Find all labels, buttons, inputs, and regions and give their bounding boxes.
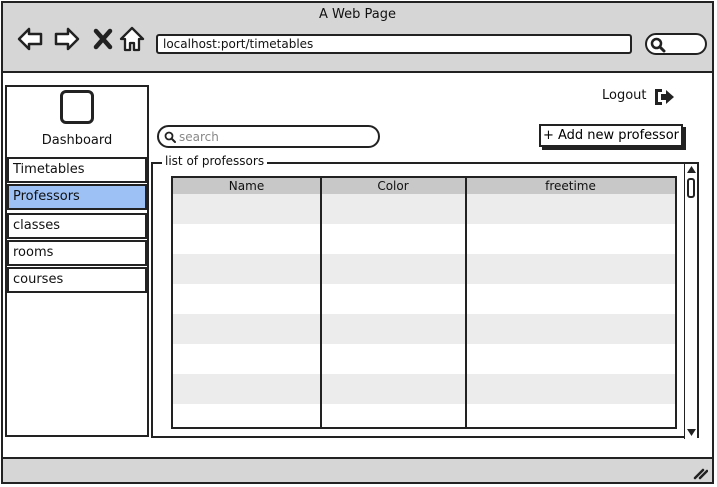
- sidebar-item-rooms[interactable]: rooms: [7, 240, 147, 266]
- column-header-name[interactable]: Name: [173, 178, 320, 194]
- table-header: Name Color freetime: [173, 178, 675, 194]
- column-divider: [465, 178, 467, 427]
- search-icon: [164, 131, 176, 143]
- address-bar[interactable]: localhost:port/timetables: [156, 34, 632, 54]
- forward-button[interactable]: [53, 25, 81, 53]
- professors-group-label: list of professors: [162, 154, 268, 168]
- logout-icon[interactable]: [653, 87, 675, 107]
- column-divider: [320, 178, 322, 427]
- column-header-color[interactable]: Color: [320, 178, 466, 194]
- table-row[interactable]: [173, 254, 675, 284]
- scroll-thumb[interactable]: [687, 178, 695, 198]
- professors-table: Name Color freetime: [171, 176, 677, 429]
- home-icon: [119, 26, 145, 52]
- home-button[interactable]: [118, 25, 146, 53]
- table-row[interactable]: [173, 374, 675, 404]
- sidebar-item-classes[interactable]: classes: [7, 213, 147, 239]
- close-icon: [93, 28, 113, 50]
- dashboard-icon[interactable]: [60, 90, 94, 124]
- browser-search-field[interactable]: [645, 33, 707, 55]
- window-title: A Web Page: [319, 7, 396, 22]
- column-header-freetime[interactable]: freetime: [466, 178, 675, 194]
- resize-grip-icon[interactable]: [692, 464, 708, 480]
- back-button[interactable]: [16, 25, 44, 53]
- sidebar: Dashboard Timetables Professors classes …: [5, 85, 149, 437]
- browser-titlebar: A Web Page localhost:port/timetables: [3, 3, 712, 73]
- table-row[interactable]: [173, 224, 675, 254]
- table-row[interactable]: [173, 284, 675, 314]
- table-row[interactable]: [173, 344, 675, 374]
- stop-button[interactable]: [90, 25, 118, 53]
- search-input[interactable]: [179, 128, 369, 145]
- scroll-down-icon[interactable]: [687, 428, 696, 436]
- search-field[interactable]: [157, 125, 380, 148]
- dashboard-label[interactable]: Dashboard: [7, 133, 147, 148]
- sidebar-item-courses[interactable]: courses: [7, 267, 147, 293]
- table-row[interactable]: [173, 314, 675, 344]
- scroll-up-icon[interactable]: [687, 166, 696, 174]
- table-row[interactable]: [173, 404, 675, 427]
- add-professor-button[interactable]: + Add new professor: [539, 124, 683, 147]
- browser-statusbar: [3, 457, 712, 482]
- arrow-left-icon: [17, 27, 43, 51]
- logout-link[interactable]: Logout: [602, 88, 647, 103]
- vertical-scrollbar[interactable]: [684, 164, 697, 439]
- arrow-right-icon: [54, 27, 80, 51]
- sidebar-item-professors[interactable]: Professors: [7, 184, 147, 210]
- table-row[interactable]: [173, 194, 675, 224]
- sidebar-item-timetables[interactable]: Timetables: [7, 157, 147, 183]
- search-icon: [650, 37, 666, 53]
